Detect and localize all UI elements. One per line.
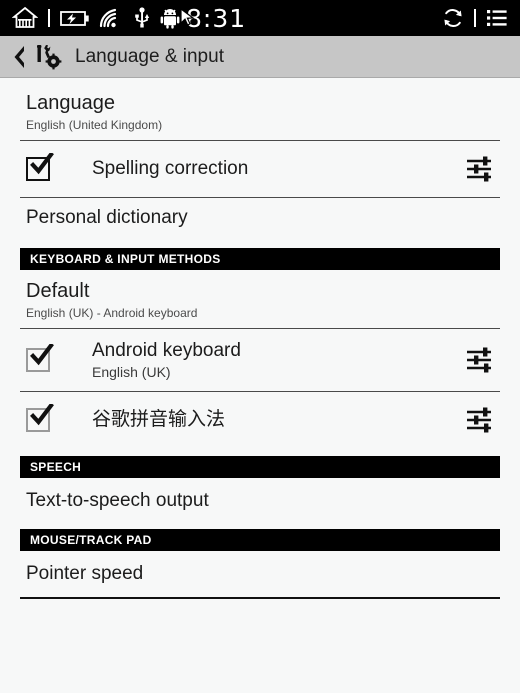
section-header-mouse-label: MOUSE/TRACK PAD: [30, 532, 152, 547]
page-title: Language & input: [75, 45, 224, 67]
wifi-icon: [98, 0, 124, 36]
language-title: Language: [26, 92, 115, 114]
mouse-cursor-icon: [180, 7, 195, 26]
android-keyboard-label: Android keyboard: [92, 339, 241, 361]
status-bar-right-icons: [442, 0, 508, 36]
spelling-correction-labelbox: Spelling correction: [66, 158, 460, 180]
battery-charging-icon: [60, 0, 90, 36]
section-header-speech-label: SPEECH: [30, 459, 82, 474]
spelling-correction-checkbox[interactable]: [20, 153, 66, 181]
status-separator-2: [474, 9, 476, 27]
settings-item-google-pinyin[interactable]: 谷歌拼音输入法: [0, 392, 520, 448]
divider: [20, 596, 500, 599]
sliders-settings-icon[interactable]: [460, 340, 500, 380]
settings-list: Language English (United Kingdom) Spelli…: [0, 78, 520, 693]
settings-item-language[interactable]: Language English (United Kingdom): [0, 84, 520, 140]
pointer-speed-label: Pointer speed: [26, 562, 144, 584]
list-menu-icon[interactable]: [486, 0, 508, 36]
settings-item-spelling-correction[interactable]: Spelling correction: [0, 141, 520, 197]
status-bar-left-icons: 8:31: [0, 0, 246, 36]
section-header-mouse: MOUSE/TRACK PAD: [20, 528, 500, 551]
personal-dictionary-label: Personal dictionary: [26, 207, 188, 228]
settings-tools-icon: [31, 36, 65, 78]
section-header-speech: SPEECH: [20, 455, 500, 478]
android-keyboard-sublabel: English (UK): [92, 363, 171, 380]
android-keyboard-checkbox[interactable]: [20, 343, 66, 372]
status-separator-1: [48, 9, 50, 27]
google-pinyin-label: 谷歌拼音输入法: [92, 407, 226, 430]
checkmark-icon: [30, 343, 54, 366]
spelling-correction-label: Spelling correction: [92, 158, 249, 180]
usb-icon: [134, 0, 150, 36]
status-bar: 8:31: [0, 0, 520, 36]
settings-item-pointer-speed[interactable]: Pointer speed: [0, 550, 520, 597]
sliders-settings-icon[interactable]: [460, 400, 500, 440]
back-chevron-icon[interactable]: [8, 36, 30, 78]
home-icon: [12, 0, 38, 36]
android-keyboard-labelbox: Android keyboard English (UK): [66, 340, 460, 380]
settings-item-personal-dictionary[interactable]: Personal dictionary: [0, 198, 520, 240]
title-bar: Language & input: [0, 36, 520, 78]
settings-item-default-keyboard[interactable]: Default English (UK) - Android keyboard: [0, 269, 520, 328]
google-pinyin-labelbox: 谷歌拼音输入法: [66, 407, 460, 431]
sliders-settings-icon[interactable]: [460, 149, 500, 189]
google-pinyin-checkbox[interactable]: [20, 403, 66, 432]
rotate-icon[interactable]: [442, 0, 464, 36]
checkmark-icon: [30, 153, 54, 175]
section-header-keyboard-label: KEYBOARD & INPUT METHODS: [30, 251, 221, 266]
text-to-speech-label: Text-to-speech output: [26, 489, 209, 511]
settings-item-text-to-speech[interactable]: Text-to-speech output: [0, 477, 520, 524]
checkmark-icon: [30, 403, 54, 426]
default-keyboard-subtitle: English (UK) - Android keyboard: [26, 305, 198, 320]
android-robot-icon: [160, 0, 180, 36]
settings-item-android-keyboard[interactable]: Android keyboard English (UK): [0, 329, 520, 391]
section-header-keyboard: KEYBOARD & INPUT METHODS: [20, 247, 500, 270]
status-clock: 8:31: [180, 6, 246, 31]
language-subtitle: English (United Kingdom): [26, 118, 163, 132]
default-keyboard-title: Default: [26, 279, 90, 302]
